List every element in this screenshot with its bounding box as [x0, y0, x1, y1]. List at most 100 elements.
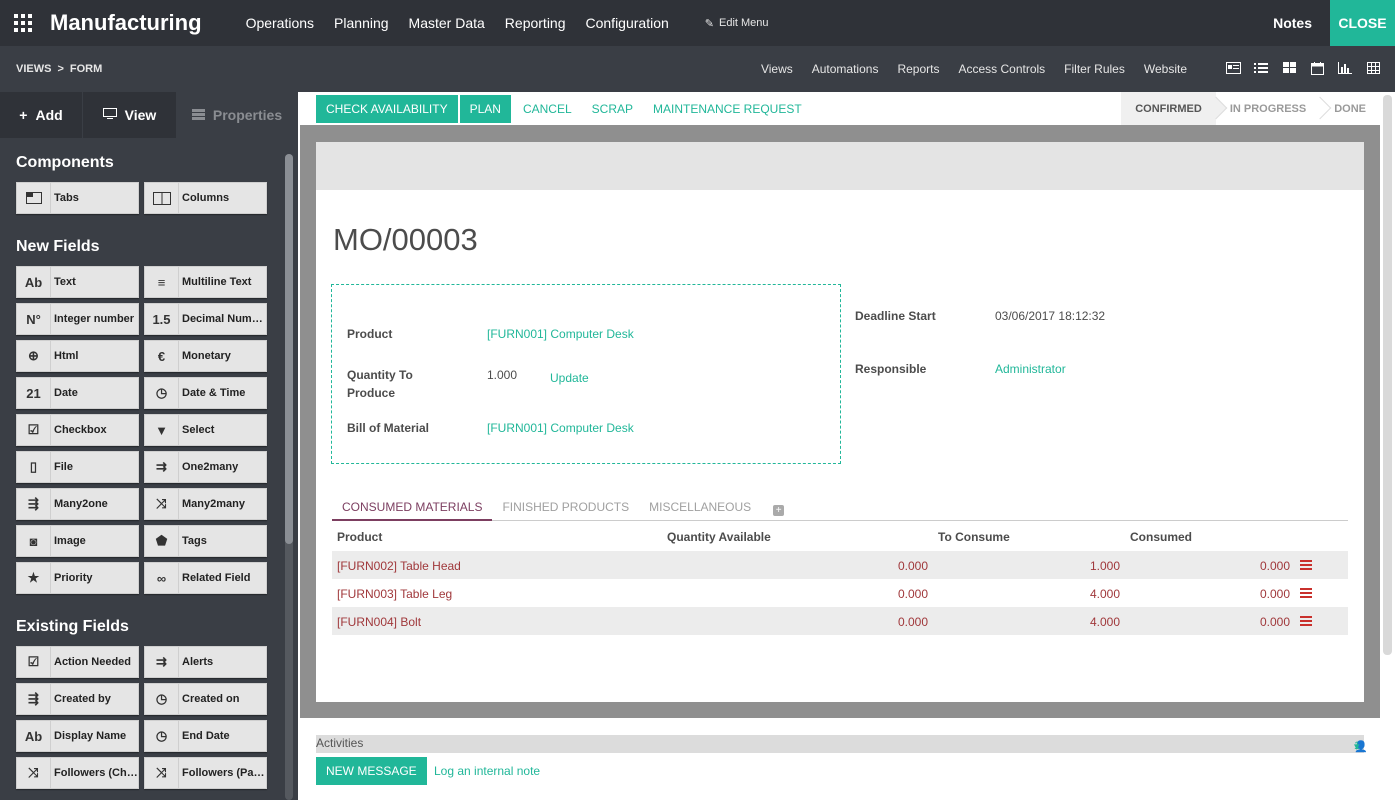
main-scrollbar[interactable]	[1383, 95, 1392, 655]
studio-link-access-controls[interactable]: Access Controls	[958, 62, 1045, 76]
tab-add[interactable]: + Add	[0, 92, 82, 138]
table-row[interactable]: [FURN003] Table Leg 0.000 4.000 0.000	[332, 579, 1348, 607]
menu-master-data[interactable]: Master Data	[409, 15, 485, 31]
new-field-monetary[interactable]: € Monetary	[144, 340, 267, 372]
new-field-checkbox[interactable]: ☑ Checkbox	[16, 414, 139, 446]
menu-planning[interactable]: Planning	[334, 15, 389, 31]
properties-icon	[191, 107, 205, 123]
tab-consumed-materials[interactable]: CONSUMED MATERIALS	[332, 496, 493, 521]
new-field-text[interactable]: Ab Text	[16, 266, 139, 298]
responsible-value[interactable]: Administrator	[995, 362, 1066, 376]
field-button-label: Multiline Text	[182, 276, 252, 288]
add-tab-button[interactable]: +	[761, 496, 792, 521]
activities-section[interactable]: Activities 👤 1 ▾	[316, 735, 1368, 753]
maintenance-request-button[interactable]: MAINTENANCE REQUEST	[643, 95, 812, 123]
existing-field-followers-par[interactable]: ⤨ Followers (Par...	[144, 757, 267, 789]
link-icon: ∞	[145, 563, 179, 593]
existing-field-end-date[interactable]: ◷ End Date	[144, 720, 267, 752]
qty-value[interactable]: 1.000	[487, 368, 517, 382]
new-field-multiline-text[interactable]: ≡ Multiline Text	[144, 266, 267, 298]
studio-link-reports[interactable]: Reports	[897, 62, 939, 76]
qty-update-link[interactable]: Update	[550, 371, 589, 385]
new-field-priority[interactable]: ★ Priority	[16, 562, 139, 594]
new-field-one2many[interactable]: ⇉ One2many	[144, 451, 267, 483]
bom-value[interactable]: [FURN001] Computer Desk	[487, 421, 634, 435]
tab-view[interactable]: View	[82, 92, 176, 138]
detail-list-icon[interactable]	[1300, 616, 1312, 626]
edit-menu-link[interactable]: ✎ Edit Menu	[705, 17, 769, 30]
monitor-icon	[102, 107, 117, 123]
col-consumed[interactable]: Consumed	[1130, 530, 1192, 544]
new-field-decimal-numb[interactable]: 1.5 Decimal Numb...	[144, 303, 267, 335]
apps-menu-icon[interactable]	[14, 13, 34, 33]
plan-button[interactable]: PLAN	[459, 94, 511, 123]
close-button[interactable]: CLOSE	[1330, 0, 1395, 46]
calendar-view-icon[interactable]	[1309, 61, 1325, 75]
new-field-tags[interactable]: ⬟ Tags	[144, 525, 267, 557]
check-availability-button[interactable]: CHECK AVAILABILITY	[316, 94, 458, 123]
col-to-consume[interactable]: To Consume	[938, 530, 1010, 544]
existing-fields-heading: Existing Fields	[16, 618, 129, 635]
new-field-many2one[interactable]: ⇶ Many2one	[16, 488, 139, 520]
new-message-button[interactable]: NEW MESSAGE	[316, 757, 427, 785]
new-field-image[interactable]: ◙ Image	[16, 525, 139, 557]
sidebar-scrollbar-thumb[interactable]	[285, 154, 293, 544]
tab-finished-products[interactable]: FINISHED PRODUCTS	[492, 496, 639, 521]
status-in-progress[interactable]: IN PROGRESS	[1216, 92, 1332, 125]
status-confirmed[interactable]: CONFIRMED	[1121, 92, 1228, 125]
product-value[interactable]: [FURN001] Computer Desk	[487, 327, 634, 341]
record-name[interactable]: MO/00003	[333, 222, 478, 258]
studio-link-automations[interactable]: Automations	[812, 62, 879, 76]
menu-reporting[interactable]: Reporting	[505, 15, 566, 31]
form-view-icon[interactable]	[1225, 61, 1241, 75]
menu-configuration[interactable]: Configuration	[586, 15, 669, 31]
kanban-view-icon[interactable]	[1281, 61, 1297, 75]
new-field-file[interactable]: ▯ File	[16, 451, 139, 483]
row-product: [FURN003] Table Leg	[337, 587, 453, 601]
cancel-button[interactable]: CANCEL	[513, 95, 582, 123]
col-quantity-available[interactable]: Quantity Available	[667, 530, 771, 544]
studio-link-filter-rules[interactable]: Filter Rules	[1064, 62, 1125, 76]
table-row[interactable]: [FURN004] Bolt 0.000 4.000 0.000	[332, 607, 1348, 635]
existing-field-action-needed[interactable]: ☑ Action Needed	[16, 646, 139, 678]
existing-field-alerts[interactable]: ⇉ Alerts	[144, 646, 267, 678]
decimal-icon: 1.5	[145, 304, 179, 334]
detail-list-icon[interactable]	[1300, 560, 1312, 570]
log-note-link[interactable]: Log an internal note	[434, 764, 540, 778]
graph-view-icon[interactable]	[1337, 61, 1353, 75]
file-icon: ▯	[17, 452, 51, 482]
new-field-integer-number[interactable]: N° Integer number	[16, 303, 139, 335]
existing-field-created-on[interactable]: ◷ Created on	[144, 683, 267, 715]
pivot-view-icon[interactable]	[1365, 61, 1381, 75]
detail-list-icon[interactable]	[1300, 588, 1312, 598]
list-view-icon[interactable]	[1253, 61, 1269, 75]
tab-miscellaneous[interactable]: MISCELLANEOUS	[639, 496, 761, 521]
new-field-related-field[interactable]: ∞ Related Field	[144, 562, 267, 594]
field-button-label: Tags	[182, 535, 207, 547]
menu-operations[interactable]: Operations	[246, 15, 314, 31]
table-row[interactable]: [FURN002] Table Head 0.000 1.000 0.000	[332, 551, 1348, 579]
new-field-html[interactable]: ⊕ Html	[16, 340, 139, 372]
notes-button[interactable]: Notes	[1273, 15, 1312, 31]
status-confirmed-label: CONFIRMED	[1135, 102, 1202, 115]
tab-properties[interactable]: Properties	[176, 92, 298, 138]
sheet-header[interactable]	[316, 142, 1364, 190]
component-columns[interactable]: Columns	[144, 182, 267, 214]
deadline-value[interactable]: 03/06/2017 18:12:32	[995, 309, 1105, 323]
studio-link-views[interactable]: Views	[761, 62, 793, 76]
scrap-button[interactable]: SCRAP	[582, 95, 643, 123]
new-field-select[interactable]: ▼ Select	[144, 414, 267, 446]
new-field-date-time[interactable]: ◷ Date & Time	[144, 377, 267, 409]
col-product[interactable]: Product	[337, 530, 382, 544]
component-tabs[interactable]: Tabs	[16, 182, 139, 214]
new-field-date[interactable]: 21 Date	[16, 377, 139, 409]
existing-field-followers-cha[interactable]: ⤨ Followers (Cha...	[16, 757, 139, 789]
field-button-label: Text	[54, 276, 76, 288]
studio-link-website[interactable]: Website	[1144, 62, 1187, 76]
existing-field-created-by[interactable]: ⇶ Created by	[16, 683, 139, 715]
sidebar-scrollbar[interactable]	[285, 154, 293, 800]
breadcrumb-views[interactable]: VIEWS	[16, 63, 51, 75]
new-field-many2many[interactable]: ⤨ Many2many	[144, 488, 267, 520]
studio-menu: Views Automations Reports Access Control…	[742, 62, 1187, 76]
existing-field-display-name[interactable]: Ab Display Name	[16, 720, 139, 752]
